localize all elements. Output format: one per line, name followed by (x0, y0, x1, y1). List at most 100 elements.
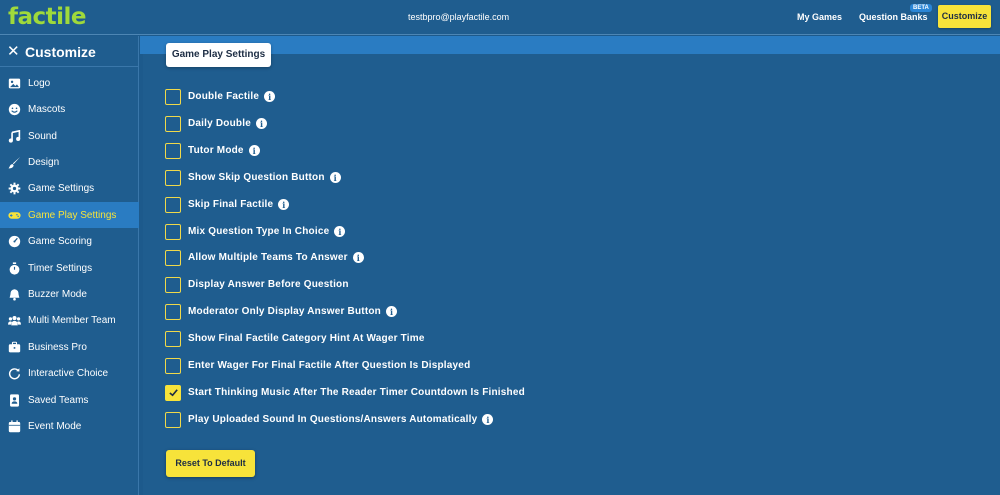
section-title-tab: Game Play Settings (166, 43, 271, 67)
setting-label: Show Final Factile Category Hint At Wage… (188, 333, 425, 344)
info-icon[interactable]: i (255, 118, 267, 129)
checkbox-double-factile[interactable] (165, 88, 181, 105)
sidebar-item-label: Game Scoring (28, 235, 92, 247)
setting-moderator-only-display-answer-button: Moderator Only Display Answer Button i (165, 303, 397, 320)
setting-daily-double: Daily Double i (165, 115, 267, 132)
gamepad-icon (0, 209, 28, 222)
top-bar: factile testbpro@playfactile.com My Game… (0, 0, 1000, 35)
info-icon[interactable]: i (278, 199, 290, 210)
sidebar-item-interactive-choice[interactable]: Interactive Choice (0, 360, 139, 386)
stopwatch-icon (0, 261, 28, 275)
music-note-icon (0, 129, 28, 143)
checkbox-start-thinking-music-after-the-reader-timer-countdown-is-finished[interactable] (165, 384, 181, 401)
setting-label: Show Skip Question Button (188, 172, 325, 183)
checkbox-show-final-factile-category-hint-at-wager-time[interactable] (165, 330, 181, 347)
setting-label: Double Factile (188, 91, 260, 102)
info-icon[interactable]: i (329, 172, 341, 183)
sidebar-item-mascots[interactable]: Mascots (0, 96, 139, 122)
gauge-icon (0, 235, 28, 248)
sidebar-item-label: Timer Settings (28, 262, 93, 274)
my-games-link[interactable]: My Games (797, 12, 842, 22)
checkbox-mix-question-type-in-choice[interactable] (165, 223, 181, 240)
setting-label: Allow Multiple Teams To Answer (188, 252, 348, 263)
info-icon[interactable]: i (264, 91, 276, 102)
briefcase-icon (0, 341, 28, 354)
setting-show-skip-question-button: Show Skip Question Button i (165, 169, 341, 186)
checkbox-enter-wager-for-final-factile-after-question-is-displayed[interactable] (165, 357, 181, 374)
checkbox-play-uploaded-sound-in-questions-answers-automatically[interactable] (165, 411, 181, 428)
sidebar-item-game-play-settings[interactable]: Game Play Settings (0, 202, 139, 228)
setting-label: Play Uploaded Sound In Questions/Answers… (188, 414, 478, 425)
checkmark-icon (168, 389, 178, 397)
setting-label: Skip Final Factile (188, 199, 274, 210)
sidebar-item-label: Game Play Settings (28, 209, 117, 221)
smiley-icon (0, 103, 28, 116)
setting-label: Moderator Only Display Answer Button (188, 306, 381, 317)
sidebar-item-business-pro[interactable]: Business Pro (0, 334, 139, 360)
refresh-icon (0, 367, 28, 380)
setting-label: Daily Double (188, 118, 251, 129)
sidebar-item-sound[interactable]: Sound (0, 123, 139, 149)
sidebar-item-event-mode[interactable]: Event Mode (0, 413, 139, 439)
settings-panel (143, 54, 1000, 495)
setting-label: Enter Wager For Final Factile After Ques… (188, 360, 471, 371)
setting-enter-wager-for-final-factile-after-question-is-displayed: Enter Wager For Final Factile After Ques… (165, 357, 470, 374)
sidebar-item-label: Business Pro (28, 341, 87, 353)
sidebar-header: ✕ Customize (0, 36, 139, 67)
sidebar-item-label: Mascots (28, 103, 66, 115)
question-banks-link[interactable]: Question Banks (859, 12, 928, 22)
setting-play-uploaded-sound-in-questions-answers-automatically: Play Uploaded Sound In Questions/Answers… (165, 411, 494, 428)
beta-badge: BETA (910, 4, 932, 12)
sidebar-item-label: Multi Member Team (28, 314, 116, 326)
bell-icon (0, 288, 28, 301)
checkbox-show-skip-question-button[interactable] (165, 169, 181, 186)
paintbrush-icon (0, 156, 28, 169)
reset-to-default-button[interactable]: Reset To Default (166, 450, 255, 477)
info-icon[interactable]: i (482, 414, 494, 425)
customize-button[interactable]: Customize (938, 5, 991, 28)
sidebar-item-design[interactable]: Design (0, 149, 139, 175)
setting-label: Mix Question Type In Choice (188, 226, 330, 237)
checkbox-display-answer-before-question[interactable] (165, 276, 181, 293)
sidebar-item-label: Sound (28, 130, 57, 142)
setting-mix-question-type-in-choice: Mix Question Type In Choice i (165, 223, 346, 240)
info-icon[interactable]: i (385, 306, 397, 317)
checkbox-allow-multiple-teams-to-answer[interactable] (165, 249, 181, 266)
checkbox-moderator-only-display-answer-button[interactable] (165, 303, 181, 320)
checkbox-skip-final-factile[interactable] (165, 196, 181, 213)
sidebar-item-game-settings[interactable]: Game Settings (0, 175, 139, 201)
info-icon[interactable]: i (334, 226, 346, 237)
setting-display-answer-before-question: Display Answer Before Question (165, 276, 349, 293)
setting-tutor-mode: Tutor Mode i (165, 142, 260, 159)
setting-label: Display Answer Before Question (188, 279, 349, 290)
setting-allow-multiple-teams-to-answer: Allow Multiple Teams To Answer i (165, 249, 364, 266)
id-badge-icon (0, 393, 28, 407)
sidebar-item-label: Interactive Choice (28, 367, 109, 379)
sidebar-item-label: Buzzer Mode (28, 288, 87, 300)
gear-icon (0, 182, 28, 195)
setting-label: Start Thinking Music After The Reader Ti… (188, 387, 525, 398)
info-icon[interactable]: i (248, 145, 260, 156)
sidebar-item-label: Game Settings (28, 182, 95, 194)
sidebar-item-timer-settings[interactable]: Timer Settings (0, 255, 139, 281)
checkbox-daily-double[interactable] (165, 115, 181, 132)
sidebar-item-label: Saved Teams (28, 394, 89, 406)
checkbox-tutor-mode[interactable] (165, 142, 181, 159)
close-icon[interactable]: ✕ (7, 42, 20, 60)
setting-skip-final-factile: Skip Final Factile i (165, 196, 290, 213)
sidebar-item-game-scoring[interactable]: Game Scoring (0, 228, 139, 254)
info-icon[interactable]: i (352, 252, 364, 263)
sidebar-item-multi-member-team[interactable]: Multi Member Team (0, 307, 139, 333)
factile-logo[interactable]: factile (8, 4, 87, 30)
sidebar-item-label: Logo (28, 77, 51, 89)
image-icon (0, 77, 28, 90)
setting-label: Tutor Mode (188, 145, 244, 156)
setting-show-final-factile-category-hint-at-wager-time: Show Final Factile Category Hint At Wage… (165, 330, 425, 347)
sidebar: ✕ Customize Logo Mascots Sound Design Game S… (0, 36, 139, 495)
sidebar-item-logo[interactable]: Logo (0, 70, 139, 96)
user-email: testbpro@playfactile.com (408, 12, 510, 22)
calendar-icon (0, 419, 28, 433)
sidebar-item-saved-teams[interactable]: Saved Teams (0, 387, 139, 413)
sidebar-item-label: Design (28, 156, 60, 168)
sidebar-item-buzzer-mode[interactable]: Buzzer Mode (0, 281, 139, 307)
